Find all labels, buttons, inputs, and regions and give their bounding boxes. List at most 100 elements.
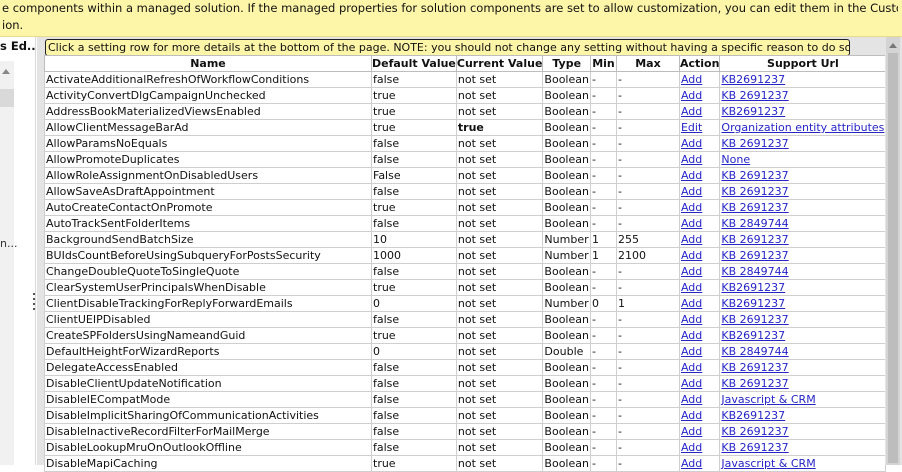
action-link[interactable]: Add [678, 87, 721, 104]
cell-default: 1000 [371, 247, 457, 264]
action-link[interactable]: Add [678, 231, 721, 248]
column-header-min[interactable]: Min [589, 55, 617, 72]
action-link[interactable]: Add [678, 375, 721, 392]
cell-min: - [589, 263, 617, 280]
left-panel-selected-item[interactable] [0, 89, 14, 107]
cell-name: CreateSPFoldersUsingNameandGuid [44, 327, 372, 344]
action-link[interactable]: Add [678, 103, 721, 120]
scroll-up-arrow-icon[interactable] [2, 69, 10, 74]
support-url-link[interactable]: KB 2691237 [719, 439, 887, 456]
action-link[interactable]: Add [678, 359, 721, 376]
support-url-link[interactable]: KB2691237 [719, 295, 887, 312]
table-row[interactable]: CreateSPFoldersUsingNameandGuid true not s… [44, 327, 887, 344]
support-url-link[interactable]: KB2691237 [719, 407, 887, 424]
table-row[interactable]: AllowRoleAssignmentOnDisabledUsers False n… [44, 167, 887, 184]
table-row[interactable]: DisableImplicitSharingOfCommunicationAct… [44, 407, 887, 424]
table-row[interactable]: DisableMapiCaching true not set Boolean - - Ad… [44, 455, 887, 472]
support-url-link[interactable]: KB 2691237 [719, 231, 887, 248]
vertical-scrollbar[interactable] [886, 37, 900, 465]
table-row[interactable]: DisableLookupMruOnOutlookOffline false not… [44, 439, 887, 456]
column-header-current-value[interactable]: Current Value [455, 55, 544, 72]
table-row[interactable]: BUIdsCountBeforeUsingSubqueryForPostsSec… [44, 247, 887, 264]
action-link[interactable]: Add [678, 439, 721, 456]
action-link[interactable]: Add [678, 327, 721, 344]
cell-default: true [371, 455, 457, 472]
column-header-max[interactable]: Max [615, 55, 680, 72]
support-url-link[interactable]: KB 2691237 [719, 183, 887, 200]
column-header-support-url[interactable]: Support Url [719, 55, 887, 72]
splitter-handle[interactable] [33, 293, 36, 315]
support-url-link[interactable]: KB2691237 [719, 71, 887, 88]
action-link[interactable]: Add [678, 151, 721, 168]
column-header-default-value[interactable]: Default Value [371, 55, 457, 72]
action-link[interactable]: Add [678, 423, 721, 440]
cell-current: not set [455, 375, 544, 392]
column-header-action[interactable]: Action [678, 55, 721, 72]
table-row[interactable]: ChangeDoubleQuoteToSingleQuote false not s… [44, 263, 887, 280]
table-row[interactable]: ActivityConvertDlgCampaignUnchecked true n… [44, 87, 887, 104]
scroll-up-arrow-icon[interactable] [889, 43, 897, 48]
action-link[interactable]: Add [678, 135, 721, 152]
support-url-link[interactable]: Organization entity attributes [719, 119, 887, 136]
table-row[interactable]: AllowPromoteDuplicates false not set Boolea… [44, 151, 887, 168]
left-panel-scrollbar[interactable] [0, 61, 14, 465]
action-link[interactable]: Add [678, 343, 721, 360]
cell-current: not set [455, 231, 544, 248]
support-url-link[interactable]: KB 2691237 [719, 375, 887, 392]
support-url-link[interactable]: KB2691237 [719, 327, 887, 344]
table-row[interactable]: ActivateAdditionalRefreshOfWorkflowCondi… [44, 71, 887, 88]
left-panel-title[interactable]: s Ed... [0, 37, 36, 55]
support-url-link[interactable]: KB 2691237 [719, 87, 887, 104]
cell-default: true [371, 327, 457, 344]
table-row[interactable]: DefaultHeightForWizardReports 0 not set Dou… [44, 343, 887, 360]
table-row[interactable]: AddressBookMaterializedViewsEnabled true n… [44, 103, 887, 120]
support-url-link[interactable]: KB 2849744 [719, 215, 887, 232]
table-row[interactable]: AutoCreateContactOnPromote true not set Boo… [44, 199, 887, 216]
action-link[interactable]: Add [678, 295, 721, 312]
action-link[interactable]: Add [678, 455, 721, 472]
table-row[interactable]: ClientDisableTrackingForReplyForwardEmai… [44, 295, 887, 312]
action-link[interactable]: Add [678, 279, 721, 296]
support-url-link[interactable]: KB 2849744 [719, 263, 887, 280]
table-row[interactable]: AllowClientMessageBarAd true true Boolean - -… [44, 119, 887, 136]
table-row[interactable]: AllowSaveAsDraftAppointment false not set B… [44, 183, 887, 200]
action-link[interactable]: Edit [678, 119, 721, 136]
action-link[interactable]: Add [678, 167, 721, 184]
support-url-link[interactable]: KB 2691237 [719, 423, 887, 440]
support-url-link[interactable]: KB 2849744 [719, 343, 887, 360]
scrollbar-thumb[interactable] [888, 53, 898, 463]
table-row[interactable]: AllowParamsNoEquals false not set Boolean - -… [44, 135, 887, 152]
cell-current: true [455, 119, 544, 136]
action-link[interactable]: Add [678, 407, 721, 424]
table-row[interactable]: DisableClientUpdateNotification false not … [44, 375, 887, 392]
table-row[interactable]: ClientUEIPDisabled false not set Boolean - - A… [44, 311, 887, 328]
table-row[interactable]: DisableInactiveRecordFilterForMailMerge f… [44, 423, 887, 440]
support-url-link[interactable]: KB 2691237 [719, 199, 887, 216]
support-url-link[interactable]: KB 2691237 [719, 247, 887, 264]
action-link[interactable]: Add [678, 311, 721, 328]
table-row[interactable]: DelegateAccessEnabled false not set Boolean… [44, 359, 887, 376]
support-url-link[interactable]: KB 2691237 [719, 359, 887, 376]
support-url-link[interactable]: KB2691237 [719, 103, 887, 120]
column-header-type[interactable]: Type [542, 55, 591, 72]
action-link[interactable]: Add [678, 71, 721, 88]
action-link[interactable]: Add [678, 215, 721, 232]
support-url-link[interactable]: KB 2691237 [719, 167, 887, 184]
support-url-link[interactable]: KB 2691237 [719, 135, 887, 152]
support-url-link[interactable]: KB2691237 [719, 279, 887, 296]
support-url-link[interactable]: Javascript & CRM [719, 455, 887, 472]
table-row[interactable]: ClearSystemUserPrincipalsWhenDisable true… [44, 279, 887, 296]
support-url-link[interactable]: None [719, 151, 887, 168]
cell-type: Boolean [542, 455, 591, 472]
action-link[interactable]: Add [678, 199, 721, 216]
action-link[interactable]: Add [678, 391, 721, 408]
column-header-name[interactable]: Name [44, 55, 372, 72]
action-link[interactable]: Add [678, 183, 721, 200]
action-link[interactable]: Add [678, 263, 721, 280]
support-url-link[interactable]: KB 2691237 [719, 311, 887, 328]
table-row[interactable]: BackgroundSendBatchSize 10 not set Number 1 2… [44, 231, 887, 248]
table-row[interactable]: DisableIECompatMode false not set Boolean - -… [44, 391, 887, 408]
action-link[interactable]: Add [678, 247, 721, 264]
support-url-link[interactable]: Javascript & CRM [719, 391, 887, 408]
table-row[interactable]: AutoTrackSentFolderItems false not set Bool… [44, 215, 887, 232]
